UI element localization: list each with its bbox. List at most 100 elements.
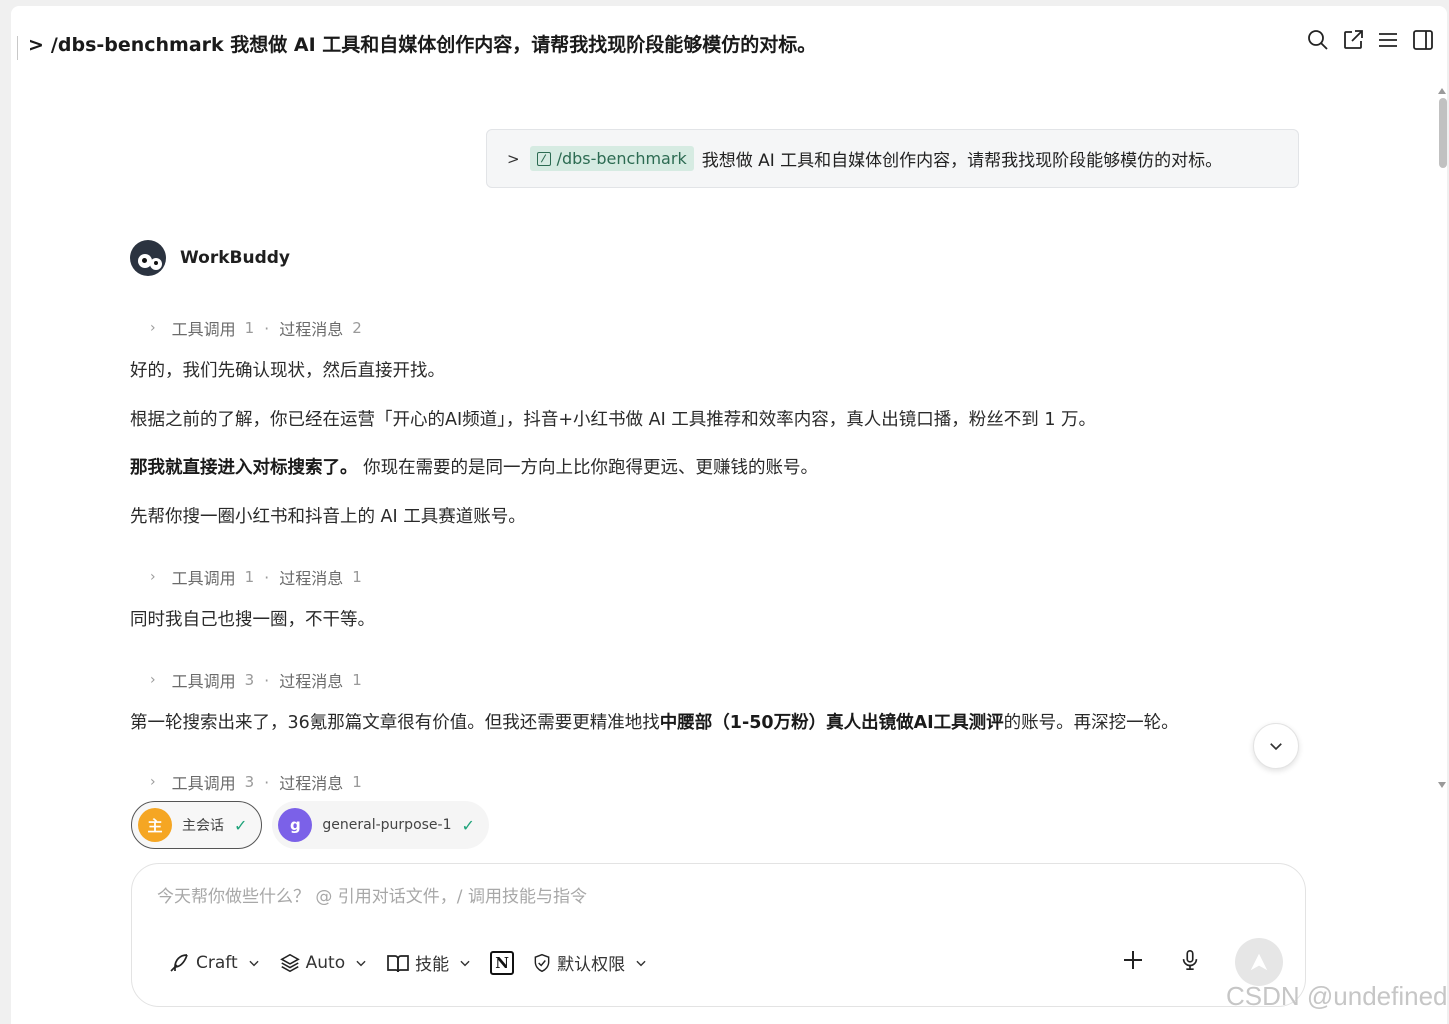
message-composer[interactable]: 今天帮你做些什么？ @ 引用对话文件，/ 调用技能与指令 Craft Auto … xyxy=(131,863,1306,1007)
chevron-down-icon xyxy=(460,960,470,966)
conversation-title: > /dbs-benchmark 我想做 AI 工具和自媒体创作内容，请帮我找现阶… xyxy=(28,30,816,57)
send-button[interactable] xyxy=(1235,938,1283,986)
reply-paragraph: 好的，我们先确认现状，然后直接开找。 xyxy=(130,361,445,381)
reply-paragraph: 那我就直接进入对标搜索了。 你现在需要的是同一方向上比你跑得更远、更赚钱的账号。 xyxy=(130,454,818,479)
tool-call-count: 1 xyxy=(244,319,255,337)
chevron-down-icon xyxy=(1270,743,1282,751)
mode-label: Craft xyxy=(196,952,238,973)
separator: · xyxy=(264,772,270,792)
tool-call-count: 3 xyxy=(244,671,255,689)
process-msg-count: 1 xyxy=(352,773,362,791)
title-text: /dbs-benchmark 我想做 AI 工具和自媒体创作内容，请帮我找现阶段… xyxy=(50,34,817,56)
process-msg-count: 2 xyxy=(352,319,362,337)
scroll-down-arrow-icon[interactable] xyxy=(1438,782,1446,788)
process-msg-count: 1 xyxy=(352,568,362,586)
skills-label: 技能 xyxy=(415,955,450,975)
share-icon[interactable] xyxy=(1341,28,1365,52)
process-msg-label: 过程消息 xyxy=(279,569,344,588)
user-message-chevron[interactable]: > xyxy=(507,150,520,168)
reply-paragraph: 先帮你搜一圈小红书和抖音上的 AI 工具赛道账号。 xyxy=(130,507,526,527)
tool-call-row[interactable]: › 工具调用 1 · 过程消息 2 xyxy=(150,316,362,340)
paragraph-text: 的账号。再深挖一轮。 xyxy=(1003,713,1179,733)
feather-icon xyxy=(170,953,188,972)
tool-call-label: 工具调用 xyxy=(171,774,236,793)
chevron-right-icon[interactable]: › xyxy=(150,569,156,585)
composer-actions xyxy=(1121,938,1283,986)
check-icon: ✓ xyxy=(461,815,475,835)
composer-input[interactable]: 今天帮你做些什么？ @ 引用对话文件，/ 调用技能与指令 xyxy=(157,882,587,907)
scrollbar[interactable] xyxy=(1435,84,1449,794)
separator: · xyxy=(264,567,270,587)
scroll-up-arrow-icon[interactable] xyxy=(1438,88,1446,94)
window-edge xyxy=(17,36,18,60)
separator: · xyxy=(264,318,270,338)
command-tag: /dbs-benchmark xyxy=(529,146,694,171)
reply-paragraph: 第一轮搜索出来了，36氪那篇文章很有价值。但我还需要更精准地找中腰部（1-50万… xyxy=(130,709,1179,734)
chevron-right-icon[interactable]: › xyxy=(150,320,156,336)
session-badge: g xyxy=(278,808,313,842)
process-msg-count: 1 xyxy=(352,671,362,689)
send-arrow-icon xyxy=(1250,953,1268,971)
bold-text: 中腰部（1-50万粉）真人出镜做AI工具测评 xyxy=(659,713,1004,733)
session-label: general-purpose-1 xyxy=(322,817,452,833)
user-message: > /dbs-benchmark 我想做 AI 工具和自媒体创作内容，请帮我找现… xyxy=(486,129,1299,188)
session-badge: 主 xyxy=(138,808,172,842)
paragraph-text: 你现在需要的是同一方向上比你跑得更远、更赚钱的账号。 xyxy=(357,458,819,478)
top-toolbar xyxy=(1306,28,1435,52)
reply-paragraph: 同时我自己也搜一圈，不干等。 xyxy=(130,610,375,630)
session-tab-main[interactable]: 主 主会话 ✓ xyxy=(131,801,263,849)
panel-icon[interactable] xyxy=(1411,28,1435,52)
process-msg-label: 过程消息 xyxy=(279,774,344,793)
plus-icon xyxy=(1124,951,1142,969)
check-icon: ✓ xyxy=(234,815,248,835)
model-selector[interactable]: Auto xyxy=(279,952,368,974)
skills-selector[interactable]: 技能 xyxy=(386,950,472,975)
tool-call-count: 3 xyxy=(244,773,255,791)
composer-toolbar: Craft Auto 技能 N 默认权限 xyxy=(167,950,648,975)
session-label: 主会话 xyxy=(182,818,224,834)
session-tab-general-purpose[interactable]: g general-purpose-1 ✓ xyxy=(272,801,489,849)
paragraph-text: 第一轮搜索出来了，36氪那篇文章很有价值。但我还需要更精准地找 xyxy=(130,713,660,733)
tool-call-label: 工具调用 xyxy=(171,320,236,339)
model-label: Auto xyxy=(305,952,346,973)
microphone-icon xyxy=(1182,950,1198,970)
tool-call-count: 1 xyxy=(244,568,255,586)
chevron-down-icon xyxy=(356,960,366,966)
search-icon[interactable] xyxy=(1306,28,1330,52)
session-tabs: 主 主会话 ✓ g general-purpose-1 ✓ xyxy=(131,801,489,849)
notion-button[interactable]: N xyxy=(490,950,515,975)
permission-selector[interactable]: 默认权限 xyxy=(532,950,648,975)
agent-name: WorkBuddy xyxy=(180,248,290,268)
tool-call-row[interactable]: › 工具调用 1 · 过程消息 1 xyxy=(150,565,362,589)
chevron-right-icon[interactable]: › xyxy=(150,774,156,790)
scrollbar-thumb[interactable] xyxy=(1439,98,1447,168)
watermark: CSDN @undefined xyxy=(1226,981,1448,1011)
add-button[interactable] xyxy=(1121,948,1145,976)
bold-text: 那我就直接进入对标搜索了。 xyxy=(130,458,358,478)
notion-icon: N xyxy=(490,950,515,975)
chevron-right-icon[interactable]: › xyxy=(150,672,156,688)
reply-paragraph: 根据之前的了解，你已经在运营「开心的AI频道」，抖音+小红书做 AI 工具推荐和… xyxy=(130,410,1097,430)
permission-label: 默认权限 xyxy=(557,955,626,975)
command-text: /dbs-benchmark xyxy=(556,149,687,168)
chevron-down-icon xyxy=(249,960,259,966)
tool-call-label: 工具调用 xyxy=(171,672,236,691)
user-message-text: 我想做 AI 工具和自媒体创作内容，请帮我找现阶段能够模仿的对标。 xyxy=(701,151,1223,171)
agent-header: WorkBuddy xyxy=(130,240,290,276)
tool-call-label: 工具调用 xyxy=(171,569,236,588)
mode-selector[interactable]: Craft xyxy=(167,951,261,975)
process-msg-label: 过程消息 xyxy=(279,672,344,691)
shield-check-icon xyxy=(534,953,550,972)
separator: · xyxy=(264,670,270,690)
process-msg-label: 过程消息 xyxy=(279,320,344,339)
avatar xyxy=(130,240,166,276)
layers-icon xyxy=(279,953,300,972)
scroll-to-bottom-button[interactable] xyxy=(1253,723,1299,769)
tool-call-row[interactable]: › 工具调用 3 · 过程消息 1 xyxy=(150,668,362,692)
voice-button[interactable] xyxy=(1179,948,1201,976)
tool-call-row[interactable]: › 工具调用 3 · 过程消息 1 xyxy=(150,770,362,794)
book-icon xyxy=(387,954,409,972)
chevron-down-icon xyxy=(636,960,646,966)
menu-icon[interactable] xyxy=(1376,28,1400,52)
title-chevron: > xyxy=(28,34,44,56)
